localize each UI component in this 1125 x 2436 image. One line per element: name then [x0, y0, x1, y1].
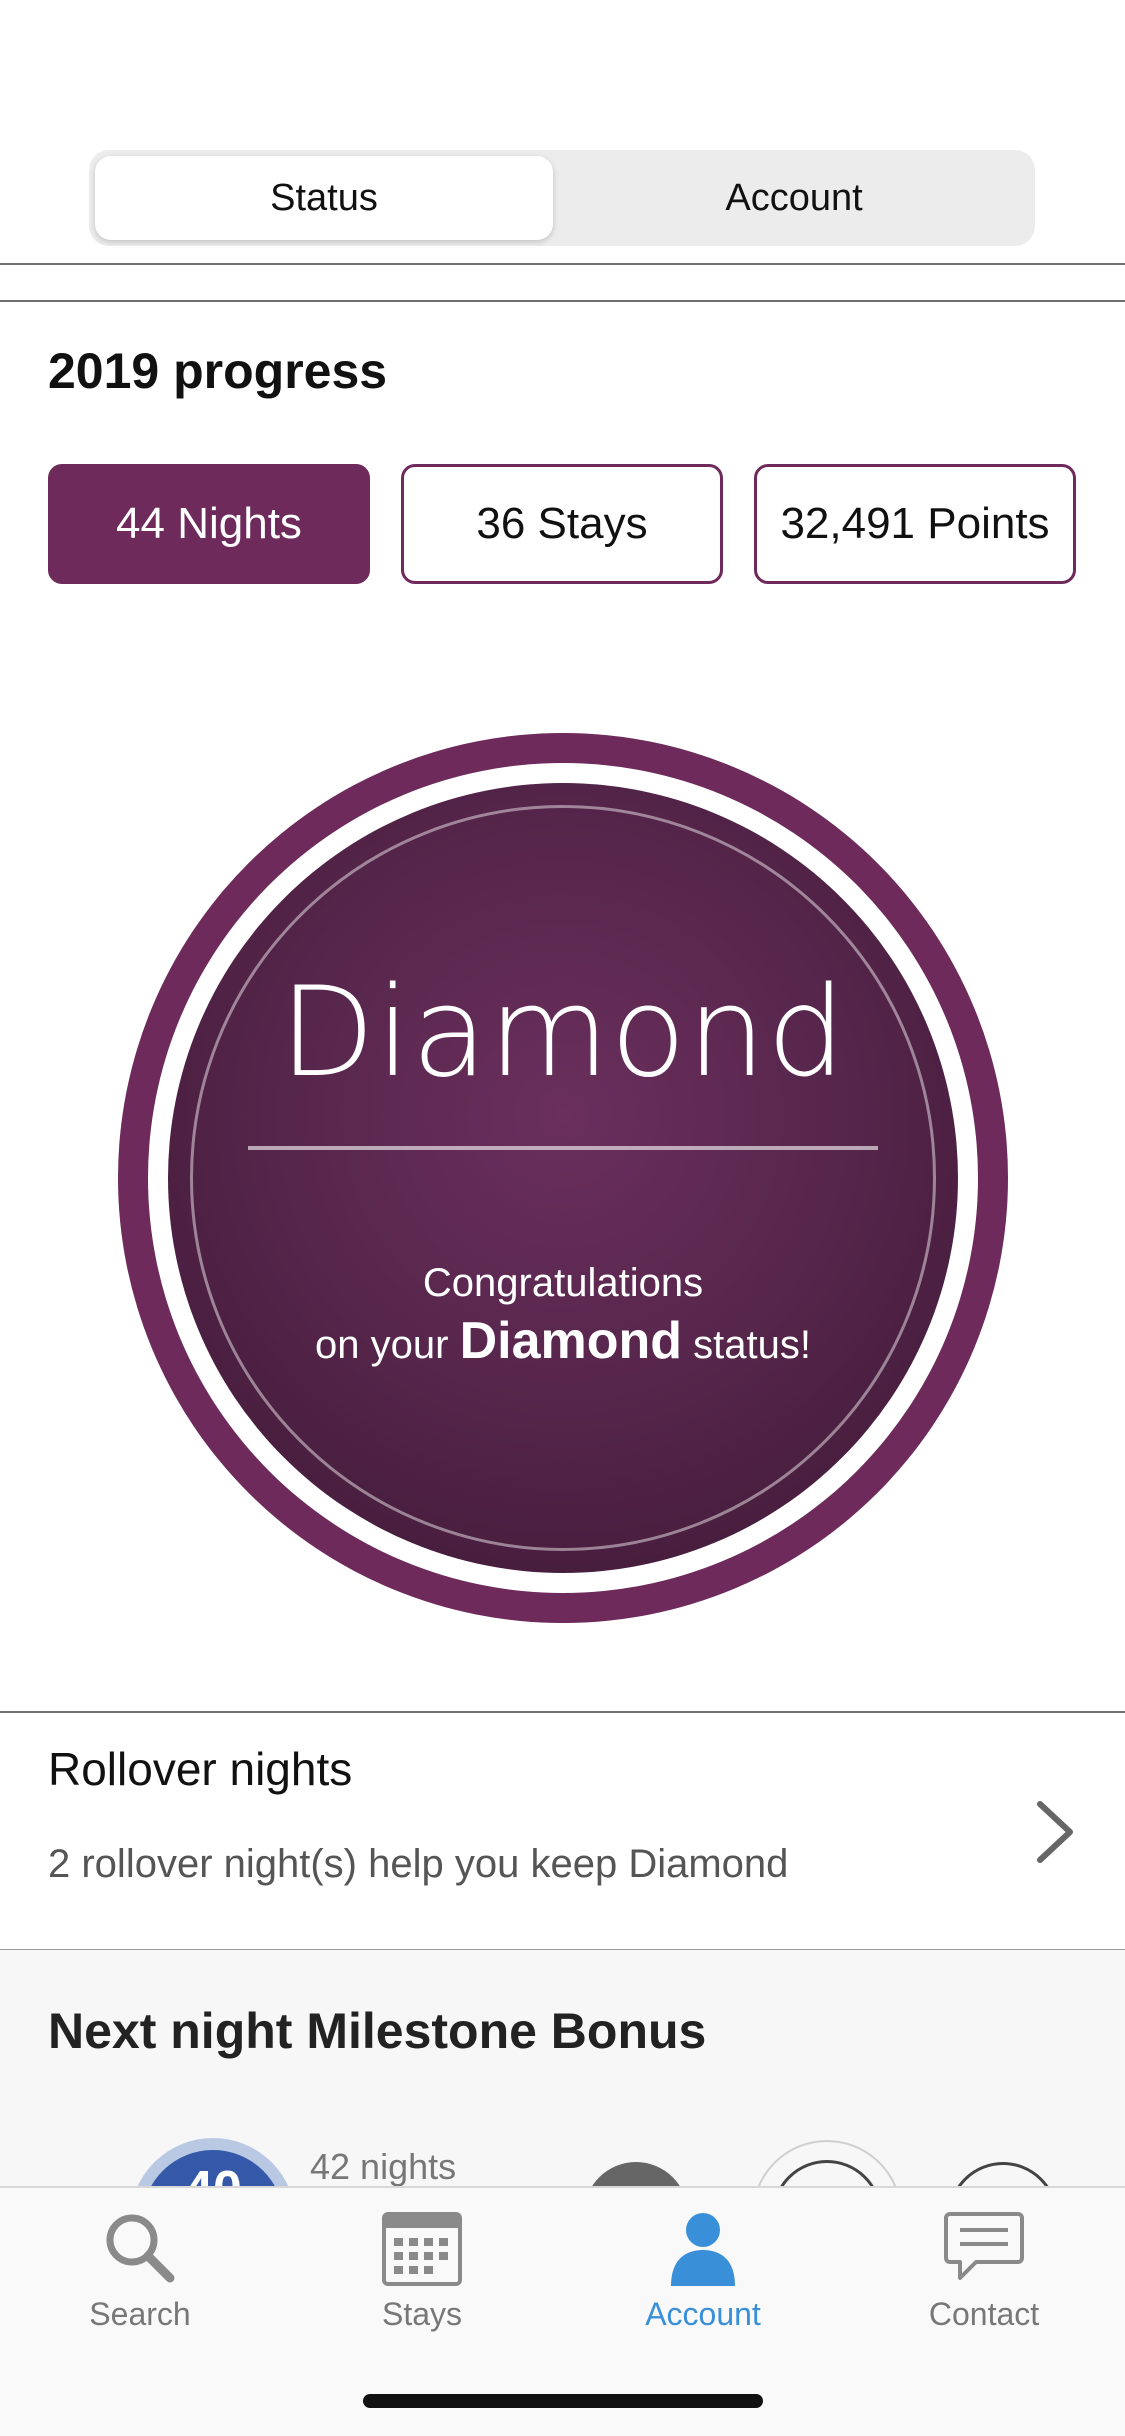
tab-label: Stays — [381, 2296, 463, 2332]
tab-search[interactable]: Search — [20, 2208, 260, 2358]
rollover-description[interactable]: 2 rollover night(s) help you keep Diamon… — [48, 1842, 788, 1887]
tab-contact[interactable]: Contact — [864, 2208, 1104, 2358]
tier-name: Diamond — [279, 961, 847, 1105]
home-indicator[interactable] — [363, 2394, 763, 2408]
segment-account[interactable]: Account — [559, 156, 1029, 240]
chevron-right-icon[interactable] — [1030, 1800, 1078, 1864]
badge-thin-ring — [190, 805, 936, 1551]
tab-label: Search — [89, 2296, 191, 2332]
milestone-title: Next night Milestone Bonus — [48, 2003, 707, 2059]
tab-label: Contact — [928, 2296, 1040, 2332]
congrats-suffix: status! — [693, 1323, 811, 1367]
progress-title: 2019 progress — [48, 343, 388, 399]
chat-icon — [944, 2212, 1024, 2280]
tier-divider — [248, 1146, 878, 1150]
nights-stat-button[interactable]: 44 Nights — [48, 464, 370, 584]
points-stat-button[interactable]: 32,491 Points — [754, 464, 1076, 584]
milestone-section: Next night Milestone Bonus 40 42 nights — [0, 1950, 1125, 2190]
divider — [0, 263, 1125, 265]
status-account-segmented-control: Status Account — [89, 150, 1035, 246]
rollover-title[interactable]: Rollover nights — [48, 1742, 352, 1796]
tab-stays[interactable]: Stays — [302, 2208, 542, 2358]
divider — [0, 300, 1125, 302]
milestone-circle[interactable] — [752, 2140, 902, 2190]
segment-status[interactable]: Status — [95, 156, 553, 240]
person-icon — [671, 2213, 735, 2286]
calendar-icon — [382, 2212, 462, 2286]
congrats-line-2: on your Diamond status! — [118, 1311, 1008, 1371]
divider — [0, 1711, 1125, 1713]
tab-label: Account — [645, 2296, 761, 2332]
tier-badge: Diamond Congratulations on your Diamond … — [118, 733, 1008, 1623]
stays-stat-button[interactable]: 36 Stays — [401, 464, 723, 584]
congrats-tier: Diamond — [459, 1312, 683, 1370]
search-icon — [106, 2214, 175, 2283]
milestone-label: 42 nights — [310, 2146, 457, 2187]
status-screen: Status Account 2019 progress 44 Nights 3… — [0, 0, 1125, 2436]
congrats-prefix: on your — [315, 1323, 449, 1367]
milestone-current-circle[interactable]: 40 — [130, 2138, 296, 2190]
tab-account[interactable]: Account — [583, 2208, 823, 2358]
congrats-line-1: Congratulations — [422, 1261, 704, 1305]
